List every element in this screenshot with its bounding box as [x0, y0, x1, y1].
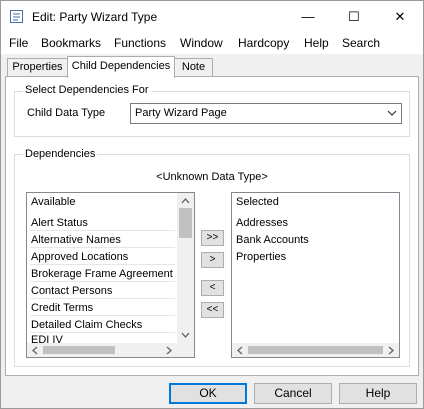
list-divider: [30, 264, 175, 265]
horizontal-scrollbar[interactable]: [27, 343, 194, 357]
scrollbar-thumb[interactable]: [43, 346, 115, 354]
available-header: Available: [31, 196, 76, 208]
title-bar: Edit: Party Wizard Type — ☐ ✕: [1, 1, 423, 32]
menu-bookmarks[interactable]: Bookmarks: [41, 36, 101, 50]
remove-button[interactable]: <: [201, 280, 224, 296]
scroll-down-icon[interactable]: [181, 332, 190, 338]
list-item[interactable]: Contact Persons: [31, 285, 112, 297]
list-item[interactable]: Properties: [236, 251, 286, 263]
cancel-button[interactable]: Cancel: [254, 383, 332, 404]
add-all-button[interactable]: >>: [201, 230, 224, 246]
menu-functions[interactable]: Functions: [114, 36, 166, 50]
list-item[interactable]: Addresses: [236, 217, 288, 229]
selected-list[interactable]: Selected Addresses Bank Accounts Propert…: [231, 192, 400, 358]
scroll-left-icon[interactable]: [32, 346, 38, 355]
available-list[interactable]: Available Alert Status Alternative Names…: [26, 192, 195, 358]
scroll-up-icon[interactable]: [181, 198, 190, 204]
scroll-left-icon[interactable]: [237, 346, 243, 355]
add-button[interactable]: >: [201, 252, 224, 268]
list-item[interactable]: Approved Locations: [31, 251, 128, 263]
menu-help[interactable]: Help: [304, 36, 329, 50]
window-title: Edit: Party Wizard Type: [32, 10, 158, 24]
close-button[interactable]: ✕: [377, 1, 423, 32]
ok-button[interactable]: OK: [169, 383, 247, 404]
remove-all-button[interactable]: <<: [201, 302, 224, 318]
menu-window[interactable]: Window: [180, 36, 223, 50]
list-item[interactable]: Brokerage Frame Agreement: [31, 268, 173, 280]
list-divider: [30, 281, 175, 282]
list-item[interactable]: Alternative Names: [31, 234, 121, 246]
list-item[interactable]: Bank Accounts: [236, 234, 309, 246]
dependencies-label: Dependencies: [23, 148, 98, 160]
tab-note[interactable]: Note: [174, 58, 213, 76]
list-divider: [30, 298, 175, 299]
select-dependencies-label: Select Dependencies For: [23, 84, 151, 96]
menu-search[interactable]: Search: [342, 36, 380, 50]
menu-hardcopy[interactable]: Hardcopy: [238, 36, 289, 50]
vertical-scrollbar[interactable]: [177, 193, 194, 343]
list-divider: [30, 315, 175, 316]
list-divider: [30, 332, 175, 333]
tab-child-dependencies[interactable]: Child Dependencies: [67, 56, 175, 78]
list-divider: [30, 230, 175, 231]
maximize-button[interactable]: ☐: [331, 1, 377, 32]
dialog-window: Edit: Party Wizard Type — ☐ ✕ File Bookm…: [0, 0, 424, 409]
scrollbar-thumb[interactable]: [248, 346, 383, 354]
selected-header: Selected: [236, 196, 279, 208]
horizontal-scrollbar[interactable]: [232, 343, 399, 357]
child-data-type-select[interactable]: Party Wizard Page: [130, 103, 402, 124]
help-button[interactable]: Help: [339, 383, 417, 404]
scroll-right-icon[interactable]: [166, 346, 172, 355]
list-item[interactable]: Alert Status: [31, 217, 88, 229]
list-item[interactable]: Detailed Claim Checks: [31, 319, 142, 331]
document-icon: [10, 10, 23, 23]
scrollbar-thumb[interactable]: [179, 208, 192, 238]
child-data-type-value: Party Wizard Page: [135, 107, 227, 119]
tab-properties[interactable]: Properties: [7, 58, 68, 76]
scroll-right-icon[interactable]: [388, 346, 394, 355]
menu-file[interactable]: File: [9, 36, 28, 50]
chevron-down-icon: [387, 110, 397, 116]
data-type-label: <Unknown Data Type>: [156, 171, 268, 183]
list-divider: [30, 247, 175, 248]
minimize-button[interactable]: —: [285, 1, 331, 32]
list-item[interactable]: Credit Terms: [31, 302, 93, 314]
child-data-type-label: Child Data Type: [27, 107, 106, 119]
